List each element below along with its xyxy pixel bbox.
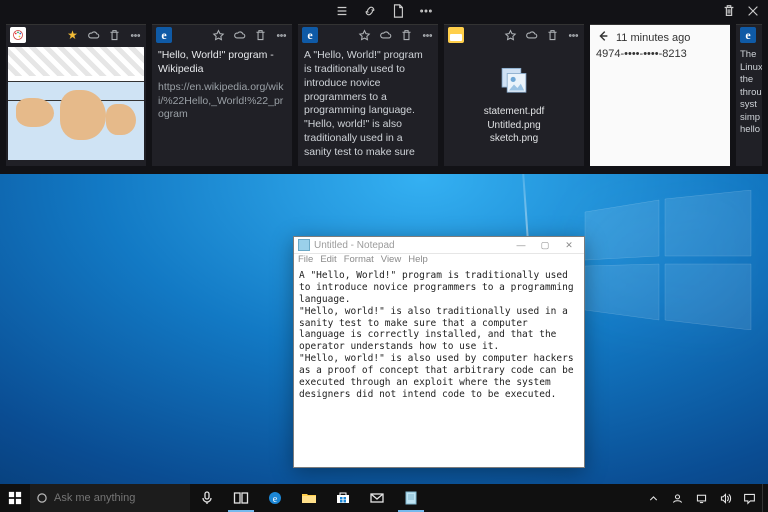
taskview-button[interactable]: [224, 484, 258, 512]
notepad-window[interactable]: Untitled - Notepad — ▢ ✕ File Edit Forma…: [293, 236, 585, 468]
star-icon[interactable]: [212, 29, 225, 42]
wallpaper-windows-logo: [575, 190, 755, 330]
more-icon[interactable]: [419, 4, 433, 18]
notepad-titlebar[interactable]: Untitled - Notepad — ▢ ✕: [294, 237, 584, 254]
card-thumbnail-map: [8, 47, 144, 160]
new-doc-icon[interactable]: [391, 4, 405, 18]
menu-format[interactable]: Format: [344, 254, 374, 268]
star-icon[interactable]: [358, 29, 371, 42]
edge-icon: e: [156, 27, 172, 43]
cloud-icon[interactable]: [87, 29, 100, 42]
taskbar-edge[interactable]: e: [258, 484, 292, 512]
timeline-panel: ★ e: [0, 0, 768, 174]
picture-stack-icon: [497, 65, 531, 99]
timeline-toolbar: [0, 0, 768, 22]
star-icon[interactable]: ★: [66, 29, 79, 42]
tray-chevron-icon[interactable]: [646, 491, 660, 505]
taskbar: e: [0, 484, 768, 512]
notepad-icon: [298, 239, 310, 251]
paint-icon: [10, 27, 26, 43]
list-icon[interactable]: [335, 4, 349, 18]
menu-file[interactable]: File: [298, 254, 313, 268]
tray-people-icon[interactable]: [670, 491, 684, 505]
timeline-card-overflow[interactable]: e The Linux the throu syst simp hello: [736, 24, 762, 166]
card-back-row: 11 minutes ago: [590, 25, 730, 48]
delete-icon[interactable]: [254, 29, 267, 42]
maximize-button[interactable]: ▢: [534, 239, 556, 252]
taskbar-store[interactable]: [326, 484, 360, 512]
folder-icon: [448, 27, 464, 43]
timeline-card-wikipedia[interactable]: e "Hello, World!" program - Wikipedia ht…: [152, 24, 292, 166]
tray-volume-icon[interactable]: [718, 491, 732, 505]
back-arrow-icon[interactable]: [596, 29, 610, 46]
taskbar-search[interactable]: [30, 484, 190, 512]
menu-help[interactable]: Help: [408, 254, 428, 268]
card-title: "Hello, World!" program - Wikipedia: [158, 49, 286, 77]
close-button[interactable]: ✕: [558, 239, 580, 252]
notepad-text[interactable]: A "Hello, World!" program is traditional…: [294, 268, 584, 467]
start-button[interactable]: [0, 484, 30, 512]
timeline-card-recent[interactable]: 11 minutes ago 4974-••••-••••-8213: [590, 24, 730, 166]
card-time-ago: 11 minutes ago: [616, 32, 690, 44]
cortana-icon: [36, 492, 48, 504]
timeline-card-snippet[interactable]: e A "Hello, World!" program is tradition…: [298, 24, 438, 166]
timeline-cards: ★ e: [0, 22, 768, 174]
cloud-icon[interactable]: [525, 29, 538, 42]
notepad-title: Untitled - Notepad: [314, 240, 395, 251]
taskbar-mail[interactable]: [360, 484, 394, 512]
card-snippet: A "Hello, World!" program is traditional…: [298, 45, 438, 166]
card-masked-number: 4974-••••-••••-8213: [590, 48, 730, 60]
card-snippet: The Linux the throu syst simp hello: [736, 45, 762, 166]
card-more-icon[interactable]: [275, 29, 288, 42]
minimize-button[interactable]: —: [510, 239, 532, 252]
notepad-menubar: File Edit Format View Help: [294, 254, 584, 268]
card-file-list: statement.pdf Untitled.png sketch.png: [484, 105, 545, 146]
card-url: https://en.wikipedia.org/wiki/%22Hello,_…: [158, 81, 286, 123]
card-more-icon[interactable]: [129, 29, 142, 42]
svg-text:e: e: [273, 494, 278, 505]
menu-view[interactable]: View: [381, 254, 401, 268]
timeline-card-files[interactable]: statement.pdf Untitled.png sketch.png: [444, 24, 584, 166]
cloud-icon[interactable]: [233, 29, 246, 42]
cloud-icon[interactable]: [379, 29, 392, 42]
delete-icon[interactable]: [546, 29, 559, 42]
card-more-icon[interactable]: [567, 29, 580, 42]
link-icon[interactable]: [363, 4, 377, 18]
search-input[interactable]: [54, 492, 174, 504]
timeline-card-paint[interactable]: ★: [6, 24, 146, 166]
edge-icon: e: [740, 27, 756, 43]
edge-icon: e: [302, 27, 318, 43]
tray-network-icon[interactable]: [694, 491, 708, 505]
show-desktop-button[interactable]: [762, 484, 768, 512]
mic-icon[interactable]: [190, 484, 224, 512]
taskbar-notepad[interactable]: [394, 484, 428, 512]
taskbar-explorer[interactable]: [292, 484, 326, 512]
tray-action-center-icon[interactable]: [742, 491, 756, 505]
delete-icon[interactable]: [400, 29, 413, 42]
delete-icon[interactable]: [108, 29, 121, 42]
close-timeline-icon[interactable]: [746, 4, 760, 18]
system-tray: [640, 491, 762, 505]
star-icon[interactable]: [504, 29, 517, 42]
menu-edit[interactable]: Edit: [320, 254, 336, 268]
delete-all-icon[interactable]: [722, 4, 736, 18]
card-more-icon[interactable]: [421, 29, 434, 42]
